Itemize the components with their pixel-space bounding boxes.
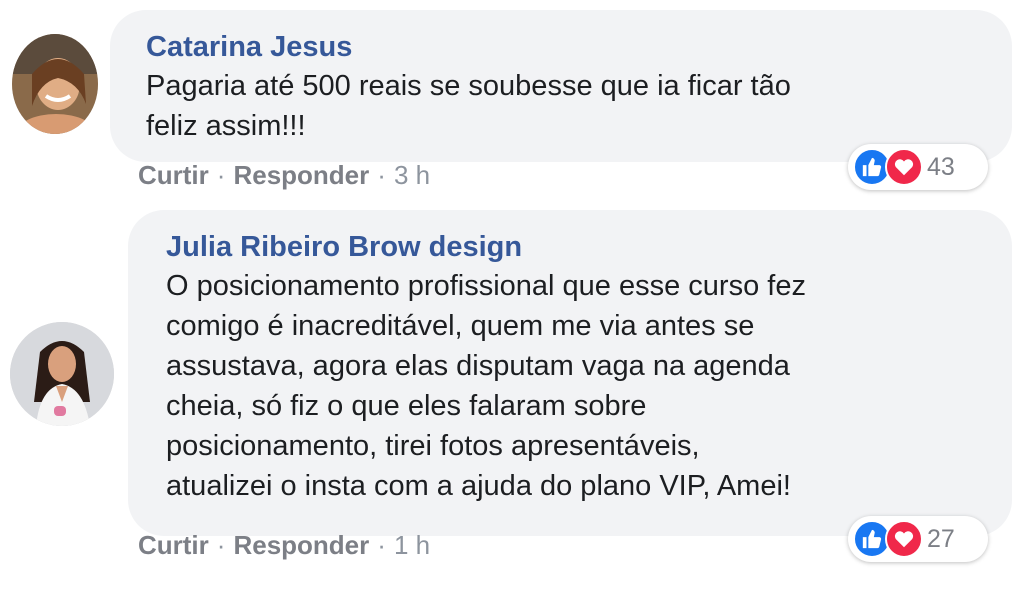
- reply-link[interactable]: Responder: [233, 160, 369, 190]
- comment-actions: Curtir · Responder · 1 h: [138, 530, 430, 560]
- reply-link[interactable]: Responder: [233, 530, 369, 560]
- avatar-julia[interactable]: [10, 322, 114, 426]
- reaction-count: 27: [927, 524, 955, 553]
- comment-author[interactable]: Julia Ribeiro Brow design: [166, 230, 522, 264]
- separator: ·: [216, 530, 226, 560]
- timestamp[interactable]: 1 h: [394, 530, 430, 560]
- comment-text-line: atualizei o insta com a ajuda do plano V…: [166, 470, 791, 502]
- comment-text-line: feliz assim!!!: [146, 110, 306, 142]
- comment-text-line: assustava, agora elas disputam vaga na a…: [166, 350, 790, 382]
- comment-actions: Curtir · Responder · 3 h: [138, 160, 430, 190]
- like-link[interactable]: Curtir: [138, 160, 209, 190]
- love-icon: [885, 148, 923, 186]
- comment-author[interactable]: Catarina Jesus: [146, 30, 352, 64]
- reaction-summary[interactable]: 27: [848, 516, 988, 562]
- comment-text-line: O posicionamento profissional que esse c…: [166, 270, 806, 302]
- comment-text-line: comigo é inacreditável, quem me via ante…: [166, 310, 755, 342]
- reaction-count: 43: [927, 152, 955, 181]
- separator: ·: [377, 160, 386, 190]
- comment-text-line: posicionamento, tirei fotos apresentávei…: [166, 430, 700, 462]
- separator: ·: [377, 530, 386, 560]
- comment-text-line: cheia, só fiz o que eles falaram sobre: [166, 390, 647, 422]
- separator: ·: [216, 160, 226, 190]
- avatar-image: [12, 34, 98, 134]
- comment-text: O posicionamento profissional que esse c…: [166, 266, 806, 506]
- love-icon: [885, 520, 923, 558]
- reaction-summary[interactable]: 43: [848, 144, 988, 190]
- timestamp[interactable]: 3 h: [394, 160, 430, 190]
- avatar-catarina[interactable]: [12, 34, 98, 134]
- comment-text: Pagaria até 500 reais se soubesse que ia…: [146, 66, 791, 146]
- avatar-image: [10, 322, 114, 426]
- like-link[interactable]: Curtir: [138, 530, 209, 560]
- comment-text-line: Pagaria até 500 reais se soubesse que ia…: [146, 70, 791, 102]
